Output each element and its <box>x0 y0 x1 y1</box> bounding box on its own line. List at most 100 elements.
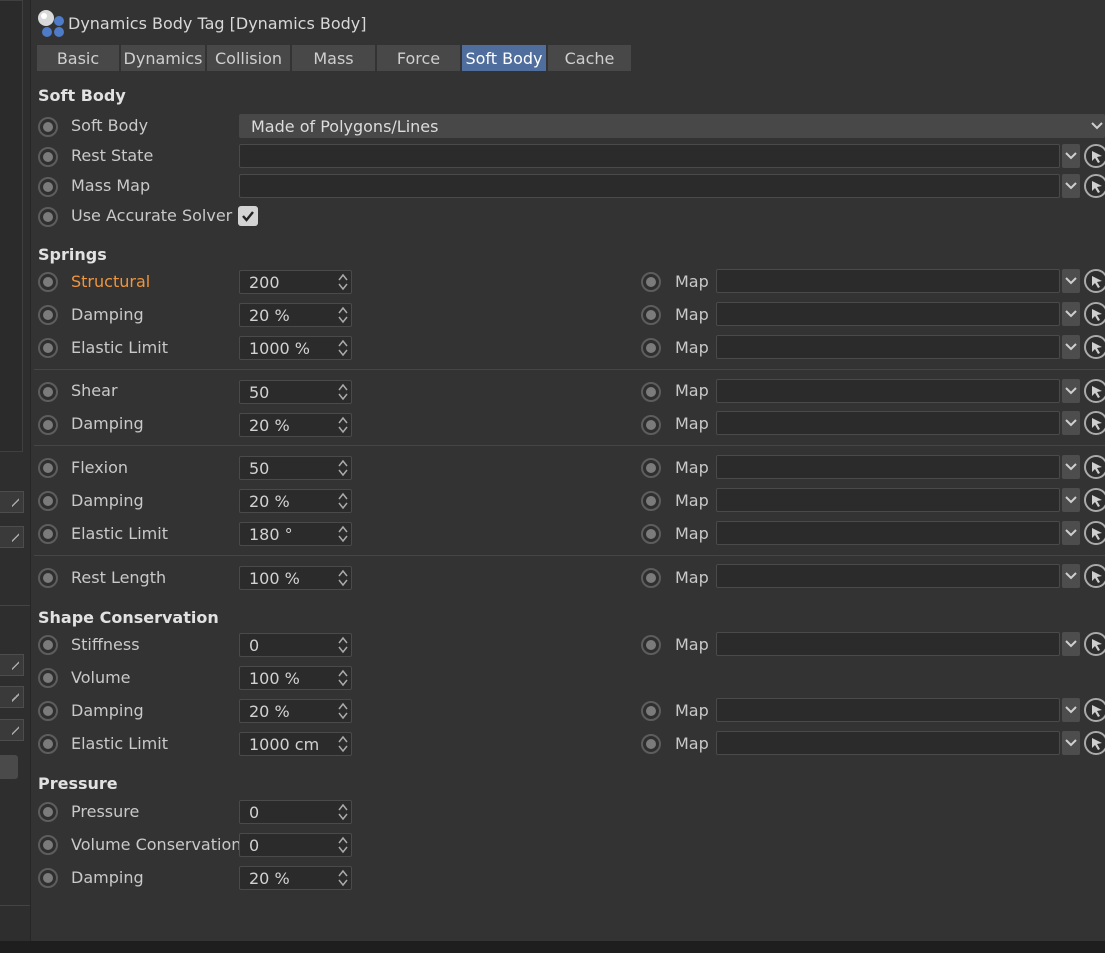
left-button[interactable] <box>0 755 18 779</box>
stepper-arrows-icon[interactable] <box>337 339 349 357</box>
map-shape-elastic-limit-pick-button[interactable] <box>1084 731 1105 755</box>
map-damping-3-pick-button[interactable] <box>1084 488 1105 512</box>
volume-conservation-field[interactable]: 0 <box>239 833 352 857</box>
damping-2-field[interactable]: 20 % <box>239 413 352 437</box>
map-shear-dropdown[interactable] <box>1062 379 1080 403</box>
flexion-field[interactable]: 50 <box>239 456 352 480</box>
animate-radio-volume[interactable] <box>38 668 58 688</box>
elastic-limit-1-field[interactable]: 1000 % <box>239 336 352 360</box>
rest-state-dropdown[interactable] <box>1062 144 1080 168</box>
left-stepper-3[interactable] <box>0 654 24 676</box>
left-stepper-5[interactable] <box>0 719 24 741</box>
tab-soft-body[interactable]: Soft Body <box>462 45 546 71</box>
left-stepper-4[interactable] <box>0 686 24 708</box>
animate-radio-map-damping-2[interactable] <box>641 415 661 435</box>
map-structural-pick-button[interactable] <box>1084 269 1105 293</box>
animate-radio-damping-2[interactable] <box>38 415 58 435</box>
map-shape-damping-pick-button[interactable] <box>1084 698 1105 722</box>
mass-map-link-field[interactable] <box>239 174 1060 198</box>
stepper-arrows-icon[interactable] <box>337 273 349 291</box>
elastic-limit-3-field[interactable]: 180 ° <box>239 522 352 546</box>
map-elastic-limit-1-dropdown[interactable] <box>1062 335 1080 359</box>
animate-radio-shape-damping[interactable] <box>38 701 58 721</box>
map-stiffness-link-field[interactable] <box>716 632 1060 656</box>
stepper-arrows-icon[interactable] <box>337 306 349 324</box>
map-shear-link-field[interactable] <box>716 379 1060 403</box>
map-elastic-limit-3-link-field[interactable] <box>716 521 1060 545</box>
animate-radio-elastic-limit-3[interactable] <box>38 524 58 544</box>
map-elastic-limit-3-pick-button[interactable] <box>1084 521 1105 545</box>
map-shape-damping-link-field[interactable] <box>716 698 1060 722</box>
rest-state-link-field[interactable] <box>239 144 1060 168</box>
map-elastic-limit-1-pick-button[interactable] <box>1084 335 1105 359</box>
map-rest-length-pick-button[interactable] <box>1084 564 1105 588</box>
shear-field[interactable]: 50 <box>239 380 352 404</box>
animate-radio-rest-length[interactable] <box>38 568 58 588</box>
animate-radio-elastic-limit-1[interactable] <box>38 338 58 358</box>
mass-map-dropdown[interactable] <box>1062 174 1080 198</box>
rest-length-field[interactable]: 100 % <box>239 566 352 590</box>
map-flexion-dropdown[interactable] <box>1062 455 1080 479</box>
stepper-arrows-icon[interactable] <box>337 803 349 821</box>
tab-dynamics[interactable]: Dynamics <box>121 45 205 71</box>
mass-map-pick-button[interactable] <box>1084 174 1105 198</box>
animate-radio-pressure-damping[interactable] <box>38 868 58 888</box>
map-flexion-pick-button[interactable] <box>1084 455 1105 479</box>
animate-radio-map-flexion[interactable] <box>641 458 661 478</box>
left-stepper-1[interactable] <box>0 491 24 513</box>
tab-cache[interactable]: Cache <box>548 45 631 71</box>
animate-radio-rest-state[interactable] <box>38 147 58 167</box>
map-shape-elastic-limit-link-field[interactable] <box>716 731 1060 755</box>
tab-basic[interactable]: Basic <box>37 45 119 71</box>
structural-field[interactable]: 200 <box>239 270 352 294</box>
map-structural-link-field[interactable] <box>716 269 1060 293</box>
stepper-arrows-icon[interactable] <box>337 492 349 510</box>
stepper-arrows-icon[interactable] <box>337 702 349 720</box>
map-shape-damping-dropdown[interactable] <box>1062 698 1080 722</box>
damping-3-field[interactable]: 20 % <box>239 489 352 513</box>
map-stiffness-pick-button[interactable] <box>1084 632 1105 656</box>
animate-radio-map-shear[interactable] <box>641 382 661 402</box>
volume-field[interactable]: 100 % <box>239 666 352 690</box>
tab-force[interactable]: Force <box>377 45 460 71</box>
map-damping-2-link-field[interactable] <box>716 411 1060 435</box>
map-damping-2-dropdown[interactable] <box>1062 411 1080 435</box>
rest-state-pick-button[interactable] <box>1084 144 1105 168</box>
animate-radio-map-damping-1[interactable] <box>641 305 661 325</box>
stiffness-field[interactable]: 0 <box>239 633 352 657</box>
map-shear-pick-button[interactable] <box>1084 379 1105 403</box>
map-damping-1-dropdown[interactable] <box>1062 302 1080 326</box>
animate-radio-accurate-solver[interactable] <box>38 207 58 227</box>
animate-radio-map-shape-damping[interactable] <box>641 701 661 721</box>
animate-radio-map-structural[interactable] <box>641 272 661 292</box>
tab-mass[interactable]: Mass <box>292 45 375 71</box>
animate-radio-map-damping-3[interactable] <box>641 491 661 511</box>
shape-elastic-limit-field[interactable]: 1000 cm <box>239 732 352 756</box>
animate-radio-pressure[interactable] <box>38 802 58 822</box>
map-damping-1-link-field[interactable] <box>716 302 1060 326</box>
stepper-arrows-icon[interactable] <box>337 569 349 587</box>
stepper-arrows-icon[interactable] <box>337 735 349 753</box>
left-stepper-2[interactable] <box>0 526 24 548</box>
animate-radio-map-stiffness[interactable] <box>641 635 661 655</box>
map-elastic-limit-3-dropdown[interactable] <box>1062 521 1080 545</box>
use-accurate-solver-checkbox[interactable] <box>238 206 258 226</box>
stepper-arrows-icon[interactable] <box>337 836 349 854</box>
pressure-damping-field[interactable]: 20 % <box>239 866 352 890</box>
animate-radio-map-elastic-limit-3[interactable] <box>641 524 661 544</box>
animate-radio-damping-3[interactable] <box>38 491 58 511</box>
animate-radio-flexion[interactable] <box>38 458 58 478</box>
stepper-arrows-icon[interactable] <box>337 869 349 887</box>
animate-radio-soft-body[interactable] <box>38 117 58 137</box>
damping-1-field[interactable]: 20 % <box>239 303 352 327</box>
animate-radio-volume-conservation[interactable] <box>38 835 58 855</box>
animate-radio-structural[interactable] <box>38 272 58 292</box>
stepper-arrows-icon[interactable] <box>337 459 349 477</box>
soft-body-select[interactable]: Made of Polygons/Lines <box>239 114 1105 138</box>
stepper-arrows-icon[interactable] <box>337 383 349 401</box>
map-stiffness-dropdown[interactable] <box>1062 632 1080 656</box>
map-rest-length-dropdown[interactable] <box>1062 564 1080 588</box>
map-elastic-limit-1-link-field[interactable] <box>716 335 1060 359</box>
map-structural-dropdown[interactable] <box>1062 269 1080 293</box>
animate-radio-map-rest-length[interactable] <box>641 568 661 588</box>
